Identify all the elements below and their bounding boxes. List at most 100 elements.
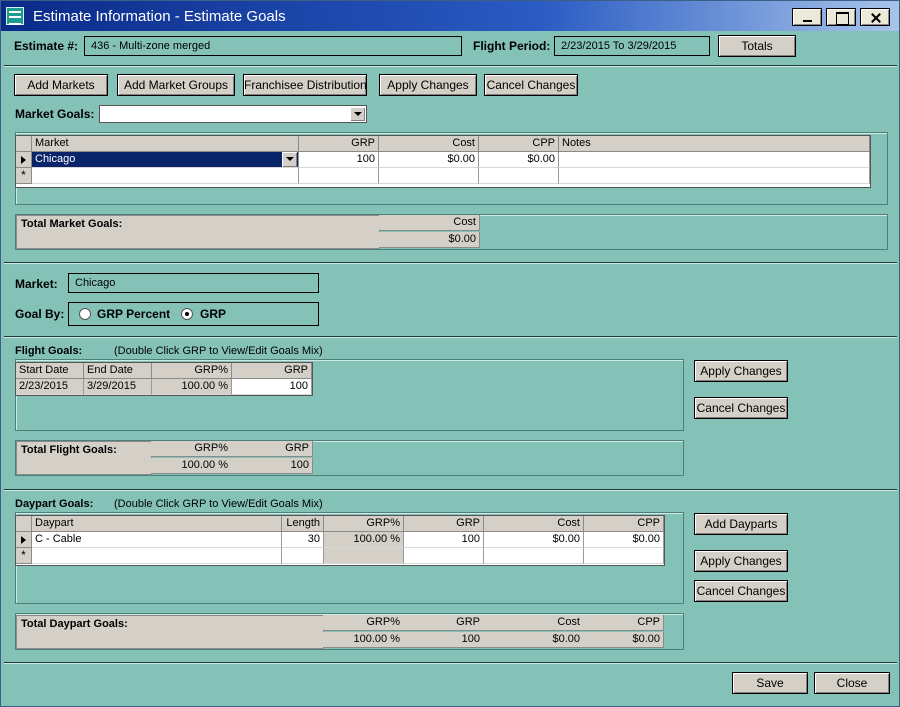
daypart-cell[interactable]: C - Cable xyxy=(32,532,282,548)
new-row-grp-percent-cell xyxy=(324,548,404,564)
separator xyxy=(4,489,897,491)
new-row-cost-cell[interactable] xyxy=(379,168,479,184)
column-header-notes[interactable]: Notes xyxy=(559,136,870,152)
add-dayparts-button[interactable]: Add Dayparts xyxy=(694,513,788,535)
franchisee-distribution-button[interactable]: Franchisee Distribution xyxy=(243,74,367,96)
current-row-indicator xyxy=(16,532,32,548)
column-header-cpp[interactable]: CPP xyxy=(479,136,559,152)
grp-percent-radio[interactable] xyxy=(79,308,91,320)
column-header-end-date[interactable]: End Date xyxy=(84,363,152,379)
new-row-marker: * xyxy=(16,168,32,184)
daypart-cpp-cell[interactable]: $0.00 xyxy=(584,532,664,548)
grp-radio[interactable] xyxy=(181,308,193,320)
maximize-button[interactable] xyxy=(826,8,856,26)
daypart-cancel-changes-button[interactable]: Cancel Changes xyxy=(694,580,788,602)
apply-changes-button[interactable]: Apply Changes xyxy=(379,74,477,96)
add-markets-button[interactable]: Add Markets xyxy=(14,74,108,96)
close-button[interactable]: Close xyxy=(814,672,890,694)
current-row-indicator xyxy=(16,152,32,168)
estimate-value: 436 - Multi-zone merged xyxy=(84,36,462,56)
new-row-grp-cell[interactable] xyxy=(299,168,379,184)
daypart-goals-grid[interactable]: Daypart Length GRP% GRP Cost CPP C - Cab… xyxy=(15,515,665,566)
total-daypart-goals-panel: Total Daypart Goals: xyxy=(16,615,324,649)
flight-grp-percent-cell: 100.00 % xyxy=(152,379,232,395)
maximize-icon xyxy=(827,9,855,25)
title-bar[interactable]: Estimate Information - Estimate Goals xyxy=(1,1,899,31)
flight-grp-cell[interactable]: 100 xyxy=(232,379,312,395)
total-flight-goals-panel: Total Flight Goals: xyxy=(16,441,152,475)
column-header-cpp[interactable]: CPP xyxy=(584,516,664,532)
flight-period-label: Flight Period: xyxy=(473,39,551,53)
separator xyxy=(4,336,897,338)
estimate-goals-window: Estimate Information - Estimate Goals Es… xyxy=(0,0,900,707)
total-daypart-grp-percent-value: 100.00 % xyxy=(323,632,404,648)
total-market-goals-panel: Total Market Goals: xyxy=(16,215,380,249)
market-goals-combo[interactable] xyxy=(99,105,367,123)
separator xyxy=(4,65,897,67)
flight-apply-changes-button[interactable]: Apply Changes xyxy=(694,360,788,382)
cancel-changes-button[interactable]: Cancel Changes xyxy=(484,74,578,96)
daypart-length-cell[interactable]: 30 xyxy=(282,532,324,548)
grid-corner xyxy=(16,136,32,152)
flight-end-date-cell: 3/29/2015 xyxy=(84,379,152,395)
total-flight-grp-value: 100 xyxy=(231,458,313,474)
totals-button[interactable]: Totals xyxy=(718,35,796,57)
goal-by-group: GRP Percent GRP xyxy=(68,302,319,326)
table-row-grp-cell[interactable]: 100 xyxy=(299,152,379,168)
new-row-length-cell[interactable] xyxy=(282,548,324,564)
market-value: Chicago xyxy=(68,273,319,293)
close-icon xyxy=(861,9,889,25)
add-market-groups-button[interactable]: Add Market Groups xyxy=(117,74,235,96)
market-goals-grid[interactable]: Market GRP Cost CPP Notes Chicago 100 $0… xyxy=(15,135,871,188)
minimize-icon xyxy=(793,9,821,25)
total-daypart-goals-label: Total Daypart Goals: xyxy=(21,618,128,630)
grid-corner xyxy=(16,516,32,532)
total-daypart-cpp-header: CPP xyxy=(583,615,664,631)
column-header-start-date[interactable]: Start Date xyxy=(16,363,84,379)
total-flight-grp-header: GRP xyxy=(231,441,313,457)
new-row-marker: * xyxy=(16,548,32,564)
column-header-grp[interactable]: GRP xyxy=(404,516,484,532)
total-flight-goals-label: Total Flight Goals: xyxy=(21,444,117,456)
column-header-length[interactable]: Length xyxy=(282,516,324,532)
table-row-notes-cell[interactable] xyxy=(559,152,870,168)
flight-goals-grid[interactable]: Start Date End Date GRP% GRP 2/23/2015 3… xyxy=(15,362,313,396)
new-row-cpp-cell[interactable] xyxy=(584,548,664,564)
column-header-cost[interactable]: Cost xyxy=(379,136,479,152)
new-row-notes-cell[interactable] xyxy=(559,168,870,184)
total-daypart-cost-value: $0.00 xyxy=(483,632,584,648)
daypart-grp-percent-cell: 100.00 % xyxy=(324,532,404,548)
column-header-daypart[interactable]: Daypart xyxy=(32,516,282,532)
grp-percent-option-label[interactable]: GRP Percent xyxy=(97,307,170,321)
save-button[interactable]: Save xyxy=(732,672,808,694)
column-header-grp-percent[interactable]: GRP% xyxy=(152,363,232,379)
column-header-grp-percent[interactable]: GRP% xyxy=(324,516,404,532)
close-window-button[interactable] xyxy=(860,8,890,26)
minimize-button[interactable] xyxy=(792,8,822,26)
daypart-cost-cell[interactable]: $0.00 xyxy=(484,532,584,548)
chevron-down-icon[interactable] xyxy=(282,152,297,167)
flight-goals-hint: (Double Click GRP to View/Edit Goals Mix… xyxy=(114,345,323,357)
flight-start-date-cell: 2/23/2015 xyxy=(16,379,84,395)
daypart-grp-cell[interactable]: 100 xyxy=(404,532,484,548)
market-goals-label: Market Goals: xyxy=(15,107,95,121)
column-header-grp[interactable]: GRP xyxy=(232,363,312,379)
new-row-daypart-cell[interactable] xyxy=(32,548,282,564)
flight-cancel-changes-button[interactable]: Cancel Changes xyxy=(694,397,788,419)
row-pointer-icon xyxy=(21,536,26,544)
new-row-cost-cell[interactable] xyxy=(484,548,584,564)
new-row-market-cell[interactable] xyxy=(32,168,299,184)
grp-option-label[interactable]: GRP xyxy=(200,307,226,321)
table-row-cost-cell[interactable]: $0.00 xyxy=(379,152,479,168)
column-header-cost[interactable]: Cost xyxy=(484,516,584,532)
new-row-cpp-cell[interactable] xyxy=(479,168,559,184)
column-header-market[interactable]: Market xyxy=(32,136,299,152)
table-row-cpp-cell[interactable]: $0.00 xyxy=(479,152,559,168)
column-header-grp[interactable]: GRP xyxy=(299,136,379,152)
window-title: Estimate Information - Estimate Goals xyxy=(33,8,286,25)
new-row-grp-cell[interactable] xyxy=(404,548,484,564)
total-market-goals-label: Total Market Goals: xyxy=(21,218,123,230)
table-row-market-cell[interactable]: Chicago xyxy=(32,152,299,168)
chevron-down-icon[interactable] xyxy=(350,107,365,121)
daypart-apply-changes-button[interactable]: Apply Changes xyxy=(694,550,788,572)
